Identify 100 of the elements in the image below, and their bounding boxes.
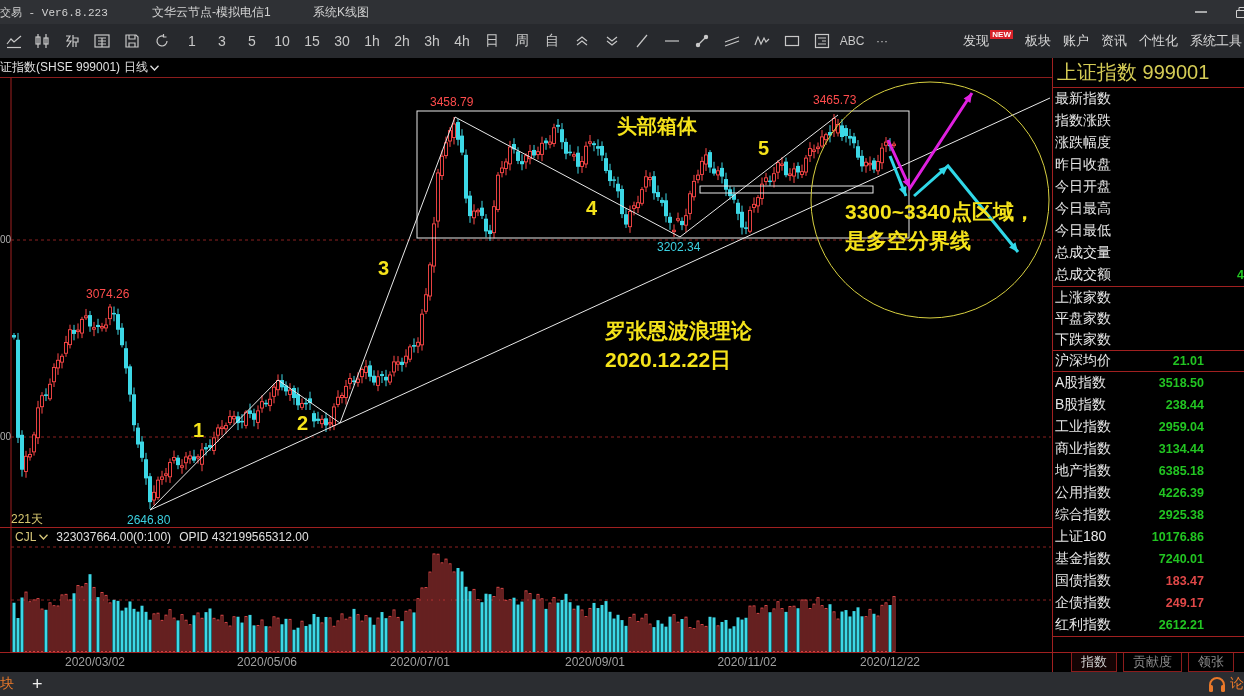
price-label: 3465.73 <box>813 93 857 107</box>
view-name: 系统K线图 <box>313 3 369 21</box>
menu-item[interactable]: 账户 <box>1063 32 1089 50</box>
period-button[interactable]: 5 <box>237 24 267 58</box>
text-lines-icon[interactable] <box>814 33 830 49</box>
period-button[interactable]: 10 <box>267 24 297 58</box>
quote-label: B股指数 <box>1055 396 1107 414</box>
quote-label: 沪深均价 <box>1055 352 1111 370</box>
quote-value: 2612.21 <box>1158 618 1204 632</box>
table-icon[interactable] <box>94 33 110 49</box>
period-button[interactable]: 1 <box>177 24 207 58</box>
quote-value: 7240.01 <box>1158 552 1204 566</box>
save-icon[interactable] <box>124 33 140 49</box>
date-label: 2020/09/01 <box>563 655 627 669</box>
caret-icon <box>39 534 49 540</box>
period-button[interactable]: 自 <box>537 24 567 58</box>
quote-label: 商业指数 <box>1055 440 1111 458</box>
text-tool-button[interactable]: ··· <box>867 24 897 58</box>
text-tool-button[interactable]: ABC <box>837 24 867 58</box>
quote-label: 平盘家数 <box>1055 309 1111 328</box>
period-button[interactable]: 3h <box>417 24 447 58</box>
quote-value: 238.44 <box>1165 398 1204 412</box>
parallel-lines-icon[interactable] <box>724 33 740 49</box>
quote-value: 183.47 <box>1165 574 1204 588</box>
quote-label: 基金指数 <box>1055 550 1111 568</box>
price-label: 2646.80 <box>127 513 171 527</box>
period-button[interactable]: 15 <box>297 24 327 58</box>
quote-value: 4226.39 <box>1158 486 1204 500</box>
date-label: 2020/03/02 <box>63 655 127 669</box>
quote-label: 地产指数 <box>1055 462 1111 480</box>
quote-value: 3134.44 <box>1158 442 1204 456</box>
bar-count: 221天 <box>11 512 44 526</box>
quote-label: 下跌家数 <box>1055 330 1111 349</box>
period-button[interactable]: 2h <box>387 24 417 58</box>
quote-value: 249.17 <box>1165 596 1204 610</box>
quote-value: 3518.50 <box>1158 376 1204 390</box>
volume-reading: 323037664.00(0:100) <box>56 530 172 544</box>
quote-label: 总成交量 <box>1055 244 1111 262</box>
quote-label: 上证180 <box>1055 528 1107 546</box>
refresh-icon[interactable] <box>154 33 170 49</box>
segment-icon[interactable] <box>694 33 710 49</box>
menu-item[interactable]: 发现 NEW <box>963 32 1013 50</box>
menu-item[interactable]: 系统工具 <box>1190 32 1242 50</box>
date-label: 2020/07/01 <box>388 655 452 669</box>
date-label: 2020/05/06 <box>235 655 299 669</box>
period-dropdown[interactable]: 日线 <box>124 59 159 76</box>
quote-label: 最新指数 <box>1055 90 1111 108</box>
quote-label: 公用指数 <box>1055 484 1111 502</box>
opid-reading: OPID 432199565312.00 <box>179 530 309 544</box>
panel-tab[interactable]: 指数 <box>1071 653 1117 672</box>
quote-value: 4 <box>1237 268 1244 282</box>
price-label: 3458.79 <box>430 95 474 109</box>
quote-label: 企债指数 <box>1055 594 1111 612</box>
quote-label: 涨跌幅度 <box>1055 134 1111 152</box>
quote-value: 6385.18 <box>1158 464 1204 478</box>
quote-label: A股指数 <box>1055 374 1107 392</box>
date-label: 2020/11/02 <box>716 655 778 669</box>
chart-tool-icon[interactable] <box>64 33 80 49</box>
quote-label: 昨日收盘 <box>1055 156 1111 174</box>
quote-value: 21.01 <box>1172 354 1204 368</box>
quote-label: 总成交额 <box>1055 266 1111 284</box>
indicator-dropdown[interactable]: CJL <box>15 530 49 544</box>
app-title: 交易 - Ver6.8.223 <box>0 5 109 20</box>
date-label: 2020/12/22 <box>858 655 922 669</box>
add-tab-button[interactable]: + <box>32 674 43 694</box>
period-button[interactable]: 3 <box>207 24 237 58</box>
quote-label: 国债指数 <box>1055 572 1111 590</box>
period-button[interactable]: 日 <box>477 24 507 58</box>
headphones-icon[interactable] <box>1208 676 1226 692</box>
quote-label: 指数涨跌 <box>1055 112 1111 130</box>
status-tab[interactable]: 块 <box>0 675 14 693</box>
quote-label: 今日开盘 <box>1055 178 1111 196</box>
quote-title: 上证指数 999001 <box>1053 58 1244 88</box>
quote-label: 今日最低 <box>1055 222 1111 240</box>
diagonal-line-icon[interactable] <box>634 33 650 49</box>
quote-label: 红利指数 <box>1055 616 1111 634</box>
period-button[interactable]: 1h <box>357 24 387 58</box>
menu-item[interactable]: 资讯 <box>1101 32 1127 50</box>
candlestick-icon[interactable] <box>34 33 50 49</box>
period-button[interactable]: 4h <box>447 24 477 58</box>
quote-value: 2925.38 <box>1158 508 1204 522</box>
quote-label: 上涨家数 <box>1055 288 1111 307</box>
new-badge: NEW <box>990 29 1013 39</box>
quote-label: 工业指数 <box>1055 418 1111 436</box>
quote-label: 今日最高 <box>1055 200 1111 218</box>
menu-item[interactable]: 个性化 <box>1139 32 1178 50</box>
quote-label: 综合指数 <box>1055 506 1111 524</box>
period-button[interactable]: 30 <box>327 24 357 58</box>
quote-value: 2959.04 <box>1158 420 1204 434</box>
status-link[interactable]: 论 <box>1230 675 1244 693</box>
restore-icon[interactable] <box>1236 6 1244 18</box>
chart-symbol: 证指数(SHSE 999001) <box>0 59 122 76</box>
axis-label: 00 <box>0 234 12 246</box>
menu-item[interactable]: 板块 <box>1025 32 1051 50</box>
period-button[interactable]: 周 <box>507 24 537 58</box>
server-name: 文华云节点-模拟电信1 <box>152 3 272 21</box>
axis-label: 00 <box>0 431 12 443</box>
rectangle-icon[interactable] <box>784 33 800 49</box>
line-chart-icon[interactable] <box>5 33 22 49</box>
quote-value: 10176.86 <box>1151 530 1204 544</box>
